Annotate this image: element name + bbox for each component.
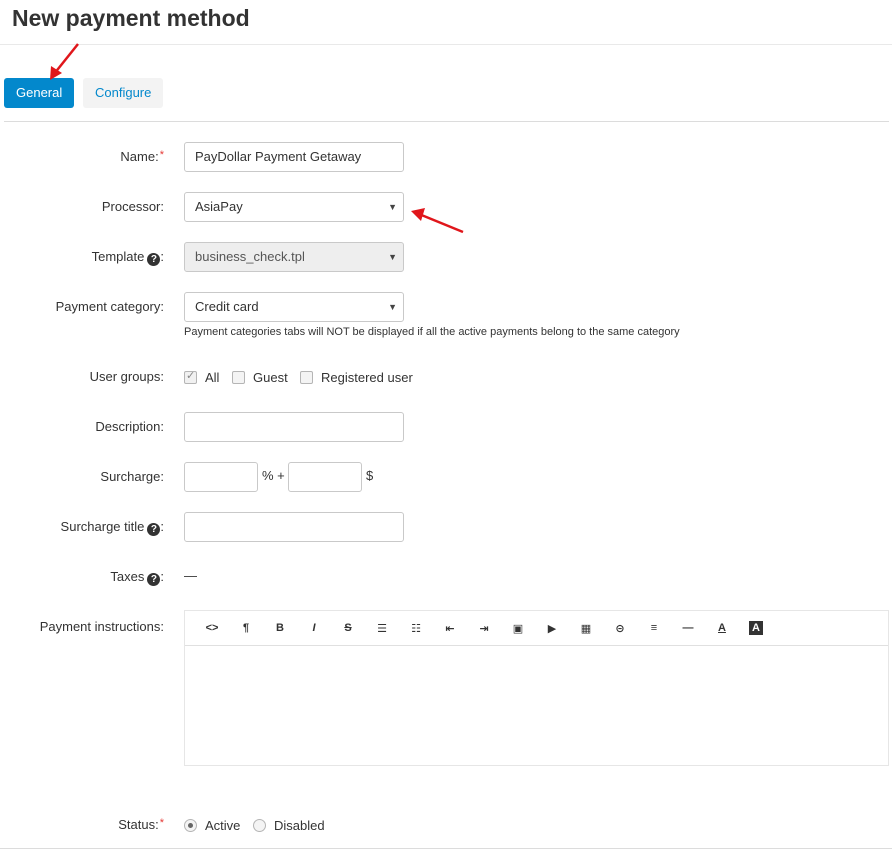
payment-category-value: Credit card	[195, 299, 259, 314]
paragraph-icon[interactable]: ¶	[229, 611, 263, 645]
outdent-icon[interactable]: ⇤	[433, 611, 467, 645]
taxes-value: —	[184, 568, 197, 583]
user-group-all-checkbox[interactable]: All	[184, 369, 220, 385]
surcharge-percent-field[interactable]	[184, 462, 258, 492]
payment-instructions-label: Payment instructions:	[39, 619, 164, 634]
description-field[interactable]	[184, 412, 404, 442]
checkbox-icon	[232, 371, 245, 384]
radio-label: Active	[205, 818, 241, 833]
user-group-guest-checkbox[interactable]: Guest	[232, 370, 288, 385]
surcharge-label: Surcharge:	[100, 469, 164, 484]
user-group-registered-checkbox[interactable]: Registered user	[300, 370, 413, 385]
unordered-list-icon[interactable]: ☰	[365, 611, 399, 645]
payment-instructions-editor[interactable]: <> ¶ B I S ☰ ☷ ⇤ ⇥ ▣ ▶ ▦ ⊝ ≡ — A A	[184, 610, 889, 766]
title-divider	[0, 44, 892, 45]
chevron-down-icon: ▼	[388, 202, 397, 212]
processor-value: AsiaPay	[195, 199, 243, 214]
template-label: Template?:	[91, 249, 164, 266]
required-mark: *	[159, 149, 164, 161]
payment-category-hint: Payment categories tabs will NOT be disp…	[184, 326, 680, 338]
tabs-divider	[4, 121, 889, 122]
help-icon[interactable]: ?	[147, 523, 161, 536]
user-groups-label: User groups:	[89, 369, 164, 384]
checkbox-label: All	[205, 370, 220, 385]
processor-select[interactable]: AsiaPay ▼	[184, 192, 404, 222]
status-active-radio[interactable]: Active	[184, 818, 240, 833]
checkbox-icon	[300, 371, 313, 384]
checkbox-checked-icon	[184, 369, 197, 384]
processor-label: Processor:	[101, 199, 164, 214]
radio-selected-icon	[184, 819, 197, 832]
surcharge-currency: $	[366, 468, 374, 483]
strikethrough-icon[interactable]: S	[331, 611, 365, 645]
horizontal-rule-icon[interactable]: —	[671, 611, 705, 645]
status-disabled-radio[interactable]: Disabled	[253, 818, 325, 833]
chevron-down-icon: ▼	[388, 252, 397, 262]
align-icon[interactable]: ≡	[637, 611, 671, 645]
required-mark: *	[159, 817, 164, 829]
editor-toolbar: <> ¶ B I S ☰ ☷ ⇤ ⇥ ▣ ▶ ▦ ⊝ ≡ — A A	[185, 611, 888, 646]
payment-category-label: Payment category:	[55, 299, 164, 314]
bold-icon[interactable]: B	[263, 611, 297, 645]
image-icon[interactable]: ▣	[501, 611, 535, 645]
radio-label: Disabled	[274, 818, 325, 833]
editor-content-area[interactable]	[185, 646, 888, 766]
font-color-icon[interactable]: A	[705, 611, 739, 645]
ordered-list-icon[interactable]: ☷	[399, 611, 433, 645]
video-icon[interactable]: ▶	[535, 611, 569, 645]
checkbox-label: Registered user	[321, 370, 413, 385]
chevron-down-icon: ▼	[388, 302, 397, 312]
radio-icon	[253, 819, 266, 832]
template-value: business_check.tpl	[195, 249, 305, 264]
page-title: New payment method	[12, 5, 250, 31]
help-icon[interactable]: ?	[147, 573, 161, 586]
name-label: Name:*	[120, 149, 164, 164]
italic-icon[interactable]: I	[297, 611, 331, 645]
surcharge-title-label: Surcharge title?:	[60, 519, 164, 536]
tab-general[interactable]: General	[4, 78, 74, 108]
status-label: Status:*	[118, 817, 164, 832]
link-icon[interactable]: ⊝	[603, 611, 637, 645]
payment-category-select[interactable]: Credit card ▼	[184, 292, 404, 322]
table-icon[interactable]: ▦	[569, 611, 603, 645]
indent-icon[interactable]: ⇥	[467, 611, 501, 645]
back-color-icon[interactable]: A	[749, 621, 763, 635]
surcharge-percent-sep: % +	[262, 468, 285, 483]
name-field[interactable]: PayDollar Payment Getaway	[184, 142, 404, 172]
taxes-label: Taxes?:	[110, 569, 164, 586]
checkbox-label: Guest	[253, 370, 288, 385]
template-select: business_check.tpl ▼	[184, 242, 404, 272]
surcharge-title-field[interactable]	[184, 512, 404, 542]
annotation-arrow-icon	[411, 208, 464, 234]
surcharge-fixed-field[interactable]	[288, 462, 362, 492]
help-icon[interactable]: ?	[147, 253, 161, 266]
description-label: Description:	[95, 419, 164, 434]
tab-configure[interactable]: Configure	[83, 78, 163, 108]
code-view-icon[interactable]: <>	[195, 611, 229, 645]
